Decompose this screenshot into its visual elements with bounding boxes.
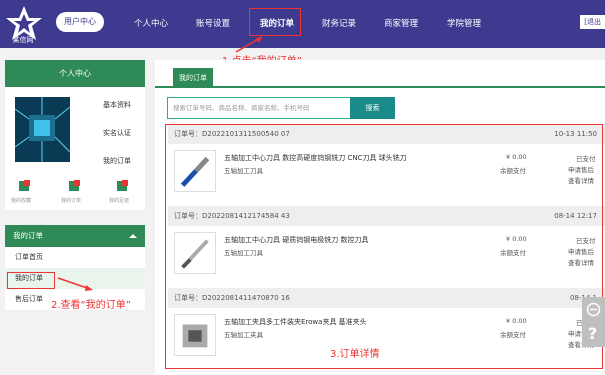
nav-personal-center[interactable]: 个人中心 <box>134 17 168 29</box>
arrow-icon <box>235 36 263 53</box>
order-menu-title: 我的订单 <box>13 231 43 240</box>
tab-my-orders[interactable]: 我的订单 <box>173 68 213 88</box>
user-center-button[interactable]: 用户中心 <box>56 12 104 32</box>
nav-account-settings[interactable]: 账号设置 <box>196 17 230 29</box>
search-button[interactable]: 搜索 <box>350 97 395 119</box>
link-basic-info[interactable]: 基本资料 <box>103 100 131 110</box>
help-icon[interactable]: ? <box>585 323 602 343</box>
orders-icon[interactable] <box>67 179 81 193</box>
footprint-icon[interactable] <box>115 179 129 193</box>
order-menu-header[interactable]: 我的订单 <box>5 225 145 247</box>
nav-merchant-management[interactable]: 商家管理 <box>384 17 418 29</box>
nav-academy-management[interactable]: 学院管理 <box>447 17 481 29</box>
caret-up-icon <box>129 234 137 238</box>
quick-label-favorites: 我的收藏 <box>11 198 32 204</box>
floating-buttons: ? <box>582 297 605 347</box>
favorites-icon[interactable] <box>17 179 31 193</box>
highlight-order-details <box>165 124 603 369</box>
annotation-step2: 2.查看“我的订单” <box>51 300 131 311</box>
search-input[interactable]: 搜索订单号码、商品名称、商家名称、手机号码 <box>167 97 351 119</box>
quick-icons: 我的收藏 我的订单 我的足迹 <box>5 175 145 210</box>
logo-text: 某信网 <box>12 36 34 44</box>
top-navigation-bar: 某信网 用户中心 个人中心 账号设置 我的订单 财务记录 商家管理 学院管理 [… <box>0 0 605 48</box>
link-my-orders[interactable]: 我的订单 <box>103 156 131 166</box>
highlight-my-orders <box>249 8 301 36</box>
avatar <box>15 97 70 162</box>
nav-finance-records[interactable]: 财务记录 <box>322 17 356 29</box>
personal-center-panel: 个人中心 基本资料 实名认证 我的订单 我的收藏 我的订单 我的足迹 <box>5 60 145 210</box>
arrow-icon <box>57 277 93 291</box>
menu-order-home[interactable]: 订单首页 <box>5 247 145 268</box>
logout-button[interactable]: [退出 <box>580 15 605 29</box>
svg-text:?: ? <box>588 324 597 343</box>
tab-bar: 我的订单 <box>155 68 605 88</box>
personal-center-title: 个人中心 <box>5 60 145 87</box>
quick-label-footprint: 我的足迹 <box>109 198 130 204</box>
quick-label-orders: 我的订单 <box>61 198 82 204</box>
link-real-name[interactable]: 实名认证 <box>103 128 131 138</box>
chat-icon[interactable] <box>585 301 602 318</box>
highlight-menu-my-orders <box>7 272 55 289</box>
annotation-step3: 3.订单详情 <box>330 349 380 360</box>
